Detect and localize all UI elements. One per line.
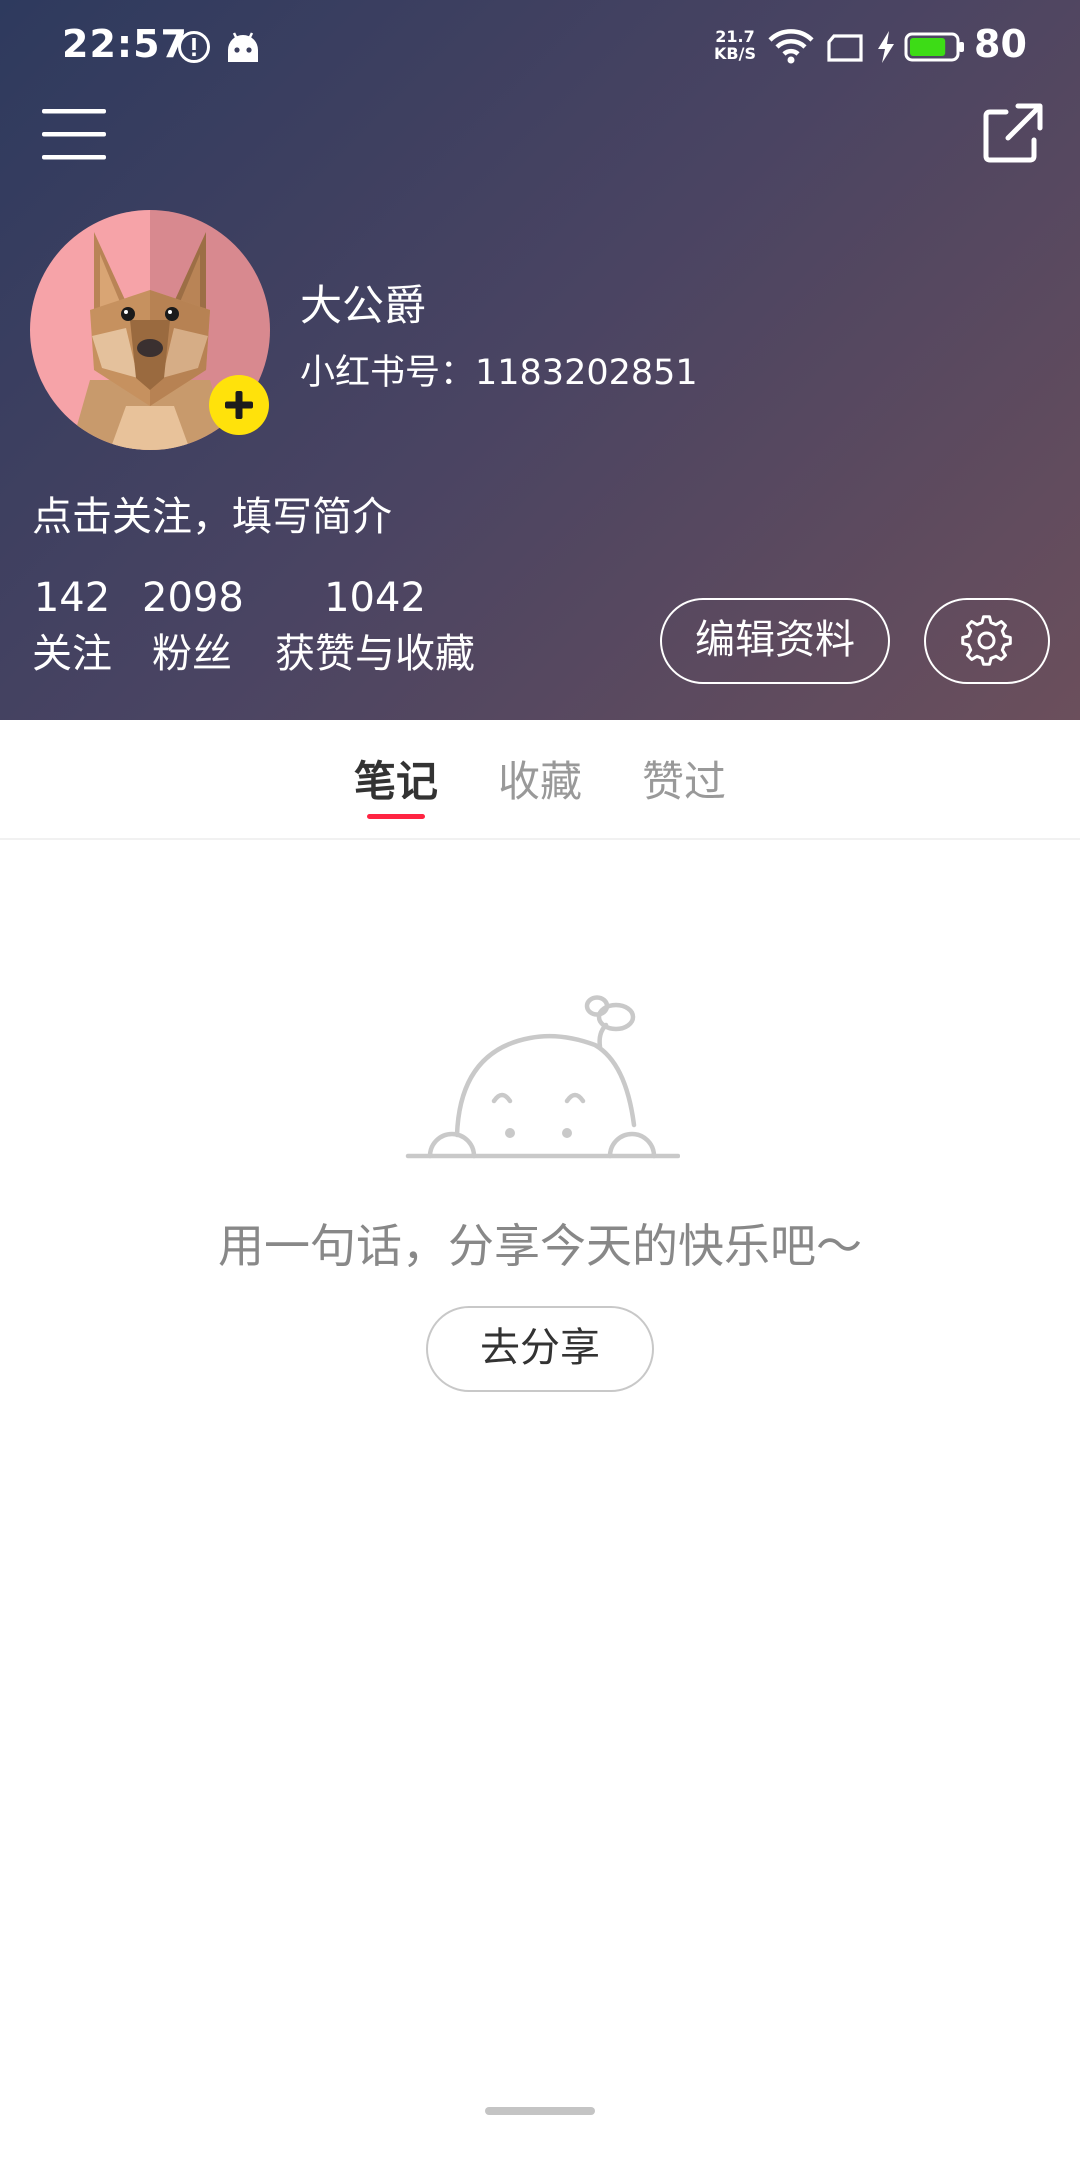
user-id: 小红书号：1183202851: [300, 353, 698, 393]
settings-button[interactable]: [924, 598, 1050, 684]
status-time: 22:57: [62, 22, 188, 66]
android-icon: [225, 30, 261, 68]
menu-button[interactable]: [30, 100, 120, 170]
empty-state-message: 用一句话，分享今天的快乐吧～: [218, 1219, 862, 1273]
home-indicator[interactable]: [485, 2107, 595, 2115]
tab-active-indicator: [367, 814, 425, 819]
menu-icon: [42, 109, 106, 160]
network-speed: 21.7 KB/S: [710, 28, 760, 62]
share-icon: [983, 103, 1043, 163]
username: 大公爵: [300, 281, 427, 330]
stat-followers-label: 粉丝: [152, 631, 232, 677]
battery-icon: [904, 31, 966, 67]
stat-following-label: 关注: [32, 631, 112, 677]
charging-icon: [876, 30, 896, 68]
network-speed-unit: KB/S: [714, 44, 756, 63]
stat-likes[interactable]: 1042 获赞与收藏: [270, 572, 480, 684]
stat-likes-label: 获赞与收藏: [275, 631, 475, 677]
content-tabs: 笔记 收藏 赞过: [0, 720, 1080, 840]
stat-following[interactable]: 142 关注: [32, 572, 112, 684]
go-share-button[interactable]: 去分享: [426, 1306, 654, 1392]
gear-icon: [961, 615, 1012, 666]
battery-level: 80: [974, 22, 1027, 66]
network-speed-value: 21.7: [715, 27, 755, 46]
stat-followers-count: 2098: [142, 575, 244, 621]
sim-icon: [826, 33, 864, 67]
wifi-icon: [768, 28, 814, 70]
edit-profile-button[interactable]: 编辑资料: [660, 598, 890, 684]
status-bar: 22:57 21.7 KB/S 80: [0, 0, 1080, 96]
peeking-baby-illustration: [400, 985, 681, 1160]
profile-screen: 22:57 21.7 KB/S 80 大公爵 小红书号：1183202851 点…: [0, 0, 1080, 2160]
add-avatar-button[interactable]: [209, 375, 269, 435]
stat-followers[interactable]: 2098 粉丝: [142, 572, 244, 684]
profile-header: 22:57 21.7 KB/S 80 大公爵 小红书号：1183202851 点…: [0, 0, 1080, 720]
bio-prompt[interactable]: 点击关注，填写简介: [32, 484, 392, 542]
share-button[interactable]: [974, 98, 1054, 178]
alert-icon: [177, 30, 211, 68]
stat-following-count: 142: [33, 575, 111, 621]
tab-notes[interactable]: 笔记: [354, 748, 438, 809]
stat-likes-count: 1042: [324, 575, 426, 621]
tab-collections[interactable]: 收藏: [498, 748, 582, 809]
plus-icon: [225, 391, 253, 419]
tab-liked[interactable]: 赞过: [642, 748, 726, 809]
